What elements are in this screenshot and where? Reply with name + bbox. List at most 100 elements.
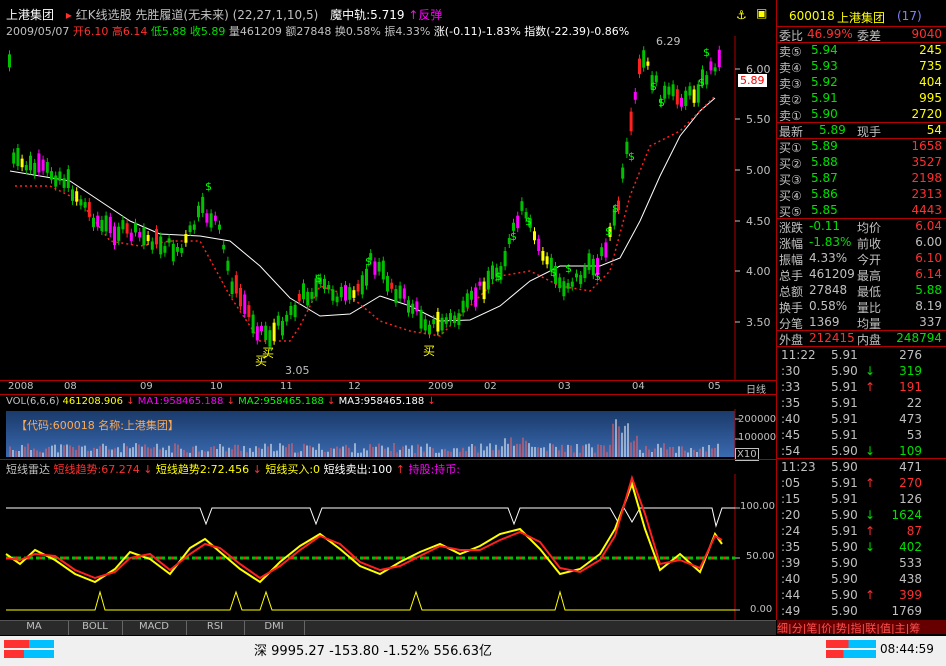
inner-value: 248794 bbox=[896, 331, 942, 345]
stat-value: 1369 bbox=[809, 315, 840, 329]
tick-time: :40 bbox=[781, 572, 801, 586]
bid-price: 5.87 bbox=[811, 171, 838, 185]
moon-track: 魔中轨:5.719 bbox=[330, 8, 405, 22]
date-tick: 11 bbox=[280, 381, 293, 392]
stat-value: 6.14 bbox=[915, 267, 942, 281]
price-tick: 5.00 bbox=[746, 164, 771, 177]
last-hand: 54 bbox=[926, 123, 942, 137]
bid-row: 买① 5.89 1658 bbox=[779, 139, 942, 155]
stat-value: 6.04 bbox=[915, 219, 942, 233]
price-chart[interactable] bbox=[0, 36, 776, 380]
quote-name: 上港集团 bbox=[837, 11, 886, 25]
tick-price: 5.91 bbox=[831, 492, 858, 506]
indicator-tabs: MA BOLL MACD RSI DMI bbox=[0, 620, 776, 635]
tick-price: 5.90 bbox=[831, 444, 858, 458]
ask-row: 卖① 5.90 2720 bbox=[779, 107, 942, 123]
date-tick: 05 bbox=[708, 381, 721, 392]
method-label: 红K线选股 bbox=[75, 8, 132, 22]
tick-volume: 1624 bbox=[891, 508, 922, 522]
tick-time: :15 bbox=[781, 492, 801, 506]
tick-price: 5.91 bbox=[831, 396, 858, 410]
tick-price: 5.91 bbox=[831, 348, 858, 362]
high-price-label: 6.29 bbox=[656, 35, 681, 48]
vol-ma2: MA2:958465.188 bbox=[238, 396, 324, 407]
dollar-signal: $ bbox=[495, 270, 502, 283]
tab-macd[interactable]: MACD bbox=[122, 621, 187, 635]
date-tick: 12 bbox=[348, 381, 361, 392]
tick-price: 5.90 bbox=[831, 604, 858, 618]
chart-area[interactable]: 上港集团 ▸ 红K线选股 先胜履道(无未来) (22,27,1,10,5) 魔中… bbox=[0, 0, 777, 620]
tick-row: :15 5.91 126 bbox=[777, 492, 946, 508]
date-tick: 10 bbox=[210, 381, 223, 392]
market-amount: 556.63亿 bbox=[433, 644, 493, 659]
stat-row: 振幅 4.33% 今开 6.10 bbox=[779, 251, 942, 267]
indicator-params: (22,27,1,10,5) bbox=[232, 8, 319, 22]
status-bar: 深 9995.27 -153.80 -1.52% 556.63亿 08:44:5… bbox=[0, 636, 946, 666]
tick-time: :45 bbox=[781, 428, 801, 442]
current-price-tag: 5.89 bbox=[738, 74, 767, 87]
index-pct: -1.52% bbox=[383, 644, 430, 659]
stat-row: 涨跌 -0.11 均价 6.04 bbox=[779, 219, 942, 235]
dollar-signal: $ bbox=[594, 270, 601, 283]
quote-count: (17) bbox=[897, 9, 922, 23]
ask-price: 5.91 bbox=[811, 91, 838, 105]
tick-volume: 191 bbox=[899, 380, 922, 394]
stat-value: -0.11 bbox=[809, 219, 841, 233]
index-change: -153.80 bbox=[329, 644, 380, 659]
dollar-signal: $ bbox=[698, 76, 705, 89]
tick-row: :40 5.91 473 bbox=[777, 412, 946, 428]
bid-price: 5.86 bbox=[811, 187, 838, 201]
price-tick: 4.00 bbox=[746, 265, 771, 278]
ask-row: 卖④ 5.93 735 bbox=[779, 59, 942, 75]
low-price-label: 3.05 bbox=[285, 364, 310, 377]
tab-dmi[interactable]: DMI bbox=[244, 621, 305, 635]
stat-value: 6.10 bbox=[915, 251, 942, 265]
dollar-signal: $ bbox=[565, 262, 572, 275]
tick-row: 11:22 5.91 276 bbox=[777, 348, 946, 364]
tick-volume: 399 bbox=[899, 588, 922, 602]
bid-row: 买② 5.88 3527 bbox=[779, 155, 942, 171]
tab-rsi[interactable]: RSI bbox=[186, 621, 245, 635]
quote-panel: 600018 上港集团 (17) 委比 46.99% 委差 9040 卖⑤ 5.… bbox=[777, 0, 946, 640]
tick-volume: 126 bbox=[899, 492, 922, 506]
tick-price: 5.90 bbox=[831, 364, 858, 378]
dollar-signal: $ bbox=[650, 80, 657, 93]
dollar-signal: $ bbox=[550, 266, 557, 279]
index-value: 9995.27 bbox=[271, 644, 325, 659]
anchor-icon[interactable]: ⚓ bbox=[736, 8, 747, 22]
bid-row: 买⑤ 5.85 4443 bbox=[779, 203, 942, 219]
dollar-signal: $ bbox=[612, 202, 619, 215]
last-price: 5.89 bbox=[819, 123, 846, 137]
last-row: 最新 5.89 现手 54 bbox=[779, 123, 942, 139]
tick-direction: ↓ bbox=[865, 444, 876, 458]
tick-volume: 270 bbox=[899, 476, 922, 490]
panel-footer-tabs[interactable]: 细|分|笔|价|势|指|联|值|主|筹 bbox=[777, 620, 946, 634]
tick-volume: 402 bbox=[899, 540, 922, 554]
tick-time: :35 bbox=[781, 540, 801, 554]
date-tick: 2008 bbox=[8, 381, 34, 392]
dollar-signal: $ bbox=[628, 150, 635, 163]
sell-line bbox=[6, 506, 735, 528]
price-tick: 4.50 bbox=[746, 215, 771, 228]
quote-code: 600018 bbox=[789, 9, 835, 23]
tick-time: :24 bbox=[781, 524, 801, 538]
oscillator-chart[interactable] bbox=[0, 474, 776, 620]
ask-volume: 2720 bbox=[911, 107, 942, 121]
tab-boll[interactable]: BOLL bbox=[68, 621, 123, 635]
tick-time: :44 bbox=[781, 588, 801, 602]
tick-row: :44 5.90 ↑ 399 bbox=[777, 588, 946, 604]
tick-volume: 533 bbox=[899, 556, 922, 570]
market-breadth-icon bbox=[826, 650, 876, 658]
tick-row: :45 5.91 53 bbox=[777, 428, 946, 444]
tick-row: :24 5.91 ↑ 87 bbox=[777, 524, 946, 540]
stat-value: 0.58% bbox=[809, 299, 848, 313]
bid-volume: 3527 bbox=[911, 155, 942, 169]
tick-volume: 438 bbox=[899, 572, 922, 586]
window-toggle-icon[interactable]: ▣ bbox=[756, 6, 767, 20]
bid-volume: 2198 bbox=[911, 171, 942, 185]
tick-direction: ↑ bbox=[865, 524, 876, 538]
tab-ma[interactable]: MA bbox=[0, 621, 69, 635]
tick-time: :35 bbox=[781, 396, 801, 410]
stock-name[interactable]: 上港集团 bbox=[6, 8, 54, 22]
price-tick: 5.50 bbox=[746, 113, 771, 126]
